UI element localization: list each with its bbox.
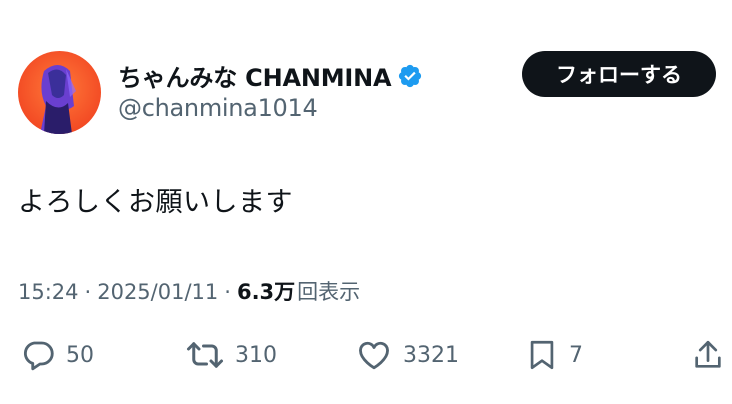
heart-icon (355, 337, 393, 373)
bookmark-count: 7 (569, 342, 583, 368)
like-button[interactable]: 3321 (355, 337, 459, 373)
display-name-text: ちゃんみな CHANMINA (118, 64, 392, 92)
views-label: 回表示 (297, 280, 361, 304)
views-count: 6.3万 (236, 280, 296, 304)
meta-separator: · (224, 280, 231, 304)
tweet-text: よろしくお願いします (18, 187, 293, 218)
avatar-image (18, 51, 101, 134)
share-icon (691, 337, 725, 373)
reply-button[interactable]: 50 (20, 337, 94, 373)
avatar[interactable] (18, 51, 101, 134)
follow-button[interactable]: フォローする (522, 51, 716, 97)
retweet-icon (185, 337, 225, 373)
meta-separator: · (84, 280, 92, 304)
tweet-date[interactable]: 2025/01/11 (97, 280, 218, 304)
retweet-button[interactable]: 310 (185, 337, 277, 373)
user-display-name[interactable]: ちゃんみな CHANMINA (118, 58, 423, 93)
reply-count: 50 (66, 342, 94, 368)
share-button[interactable] (691, 337, 725, 373)
reply-icon (20, 337, 56, 373)
tweet-meta: 15:24 · 2025/01/11 · 6.3万 回表示 (18, 276, 360, 306)
user-handle[interactable]: @chanmina1014 (118, 94, 318, 122)
bookmark-icon (525, 337, 559, 373)
like-count: 3321 (403, 342, 459, 368)
verified-badge-icon (397, 63, 423, 89)
retweet-count: 310 (235, 342, 277, 368)
bookmark-button[interactable]: 7 (525, 337, 583, 373)
tweet-time[interactable]: 15:24 (18, 280, 79, 304)
